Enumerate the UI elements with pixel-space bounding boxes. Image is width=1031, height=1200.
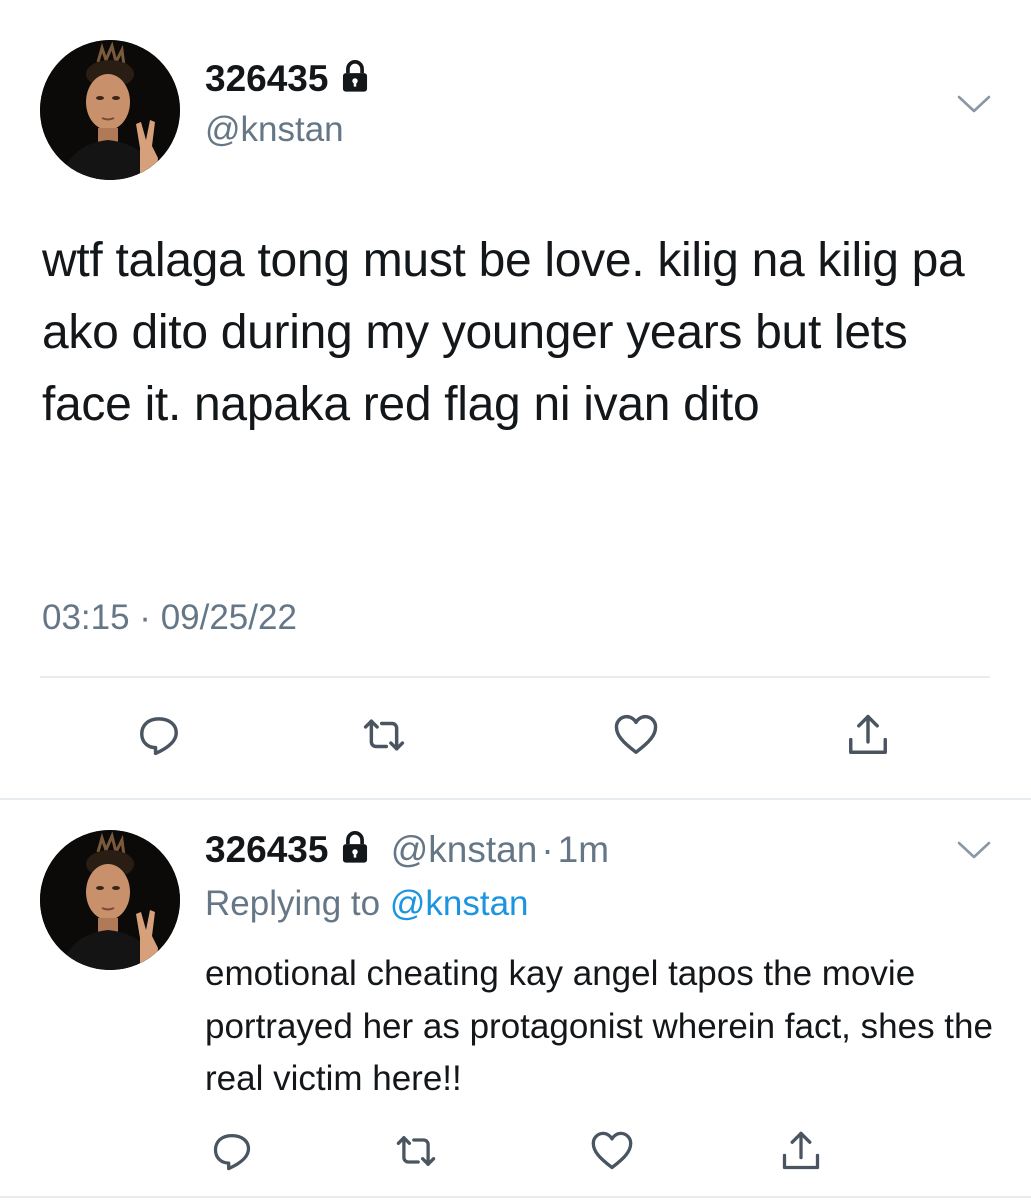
reply-separator: · bbox=[541, 829, 554, 870]
retweet-icon bbox=[363, 719, 405, 751]
lock-icon bbox=[338, 830, 372, 873]
retweet-button[interactable] bbox=[359, 710, 409, 760]
divider bbox=[40, 676, 990, 678]
reply-display-name[interactable]: 326435 bbox=[205, 829, 328, 870]
share-button[interactable] bbox=[779, 1129, 823, 1173]
like-button[interactable] bbox=[611, 710, 661, 760]
bottom-divider bbox=[0, 1196, 1031, 1198]
heart-icon bbox=[614, 714, 658, 754]
heart-icon bbox=[591, 1131, 633, 1170]
tweet-text: wtf talaga tong must be love. kilig na k… bbox=[42, 234, 965, 431]
like-button[interactable] bbox=[590, 1129, 634, 1173]
reply-avatar[interactable] bbox=[40, 830, 180, 970]
reply-time[interactable]: 1m bbox=[558, 829, 609, 870]
section-divider bbox=[0, 798, 1031, 800]
reply-handle[interactable]: @knstan bbox=[391, 829, 538, 870]
replying-to-mention[interactable]: @knstan bbox=[390, 884, 529, 923]
display-name[interactable]: 326435 bbox=[205, 58, 372, 102]
avatar-image bbox=[40, 830, 180, 970]
reply-text: emotional cheating kay angel tapos the m… bbox=[205, 954, 993, 1098]
retweet-button[interactable] bbox=[394, 1129, 438, 1173]
replying-to: Replying to @knstan bbox=[205, 884, 529, 924]
chevron-down-icon[interactable] bbox=[957, 840, 991, 860]
reply-icon bbox=[213, 1133, 251, 1171]
reply-icon bbox=[140, 717, 178, 756]
share-button[interactable] bbox=[843, 710, 893, 760]
replying-to-label: Replying to bbox=[205, 884, 381, 923]
reply-button[interactable] bbox=[134, 710, 184, 760]
reply-header: 326435 @knstan · 1m bbox=[205, 829, 609, 873]
retweet-icon bbox=[396, 1136, 436, 1166]
share-icon bbox=[849, 714, 887, 754]
handle[interactable]: @knstan bbox=[205, 110, 344, 150]
avatar-image bbox=[40, 40, 180, 180]
chevron-down-icon[interactable] bbox=[957, 94, 991, 114]
reply-button[interactable] bbox=[210, 1129, 254, 1173]
tweet-timestamp[interactable]: 03:15 · 09/25/22 bbox=[42, 598, 297, 638]
avatar[interactable] bbox=[40, 40, 180, 180]
share-icon bbox=[782, 1131, 820, 1170]
lock-icon bbox=[338, 59, 372, 102]
display-name-text: 326435 bbox=[205, 58, 329, 99]
